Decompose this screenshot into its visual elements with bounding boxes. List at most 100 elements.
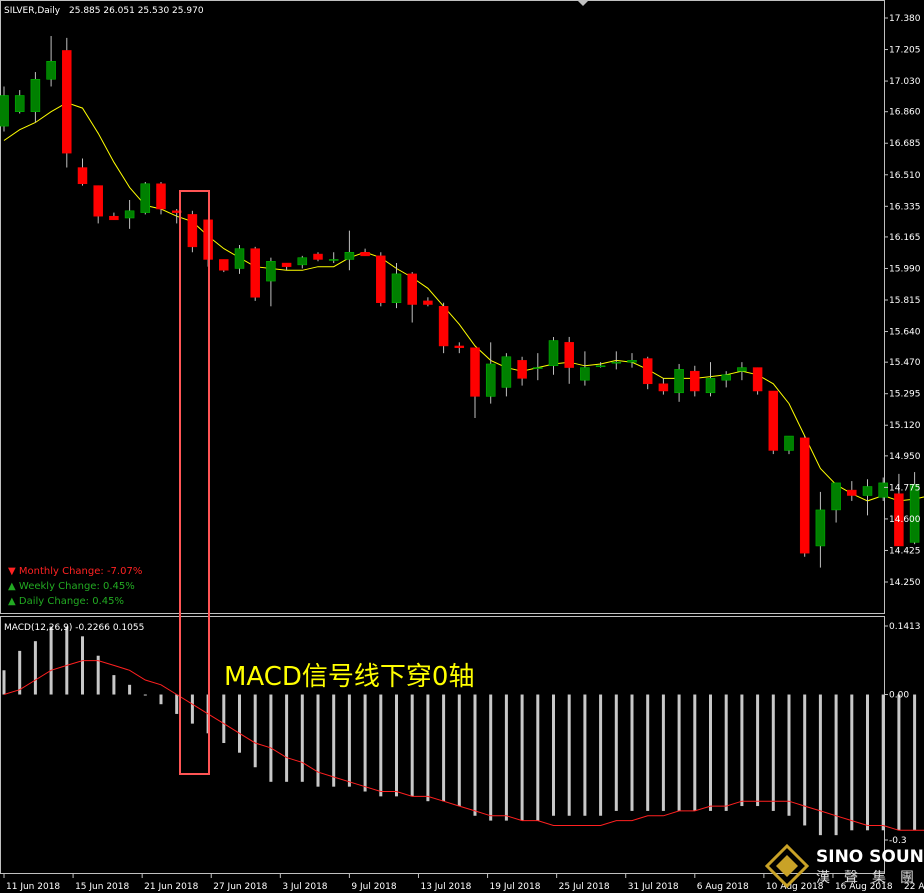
candle-body bbox=[595, 365, 606, 368]
candle-body bbox=[642, 358, 653, 385]
weekly-change: ▲ Weekly Change: 0.45% bbox=[8, 581, 135, 592]
candle bbox=[376, 252, 386, 307]
macd-bar bbox=[489, 694, 493, 821]
macd-bar bbox=[473, 694, 477, 816]
candle bbox=[862, 479, 873, 516]
candle-body bbox=[360, 251, 370, 257]
candle bbox=[250, 246, 260, 301]
macd-bar bbox=[128, 684, 132, 695]
date-tick-label: 19 Jul 2018 bbox=[490, 882, 541, 892]
candle bbox=[878, 477, 888, 501]
candle bbox=[266, 257, 276, 307]
candle-body bbox=[548, 340, 559, 367]
candle bbox=[737, 362, 747, 381]
macd-bar bbox=[175, 694, 179, 714]
candle-body bbox=[690, 370, 700, 392]
macd-bar bbox=[850, 694, 854, 831]
date-tick-label: 27 Jun 2018 bbox=[213, 882, 267, 892]
price-tick-label: 15.815 bbox=[889, 296, 921, 306]
candle-body bbox=[533, 367, 543, 369]
candle-body bbox=[768, 390, 779, 451]
price-tick-label: 14.950 bbox=[889, 452, 921, 462]
monthly-change-text: Monthly Change: -7.07% bbox=[18, 566, 143, 577]
candle bbox=[281, 262, 292, 271]
candle bbox=[752, 367, 763, 395]
macd-bar bbox=[18, 650, 22, 695]
macd-bar bbox=[457, 694, 461, 807]
price-tick-label: 14.600 bbox=[889, 515, 921, 525]
candle-body bbox=[580, 367, 590, 381]
up-triangle-icon: ▲ bbox=[8, 596, 16, 607]
macd-bar bbox=[881, 694, 885, 831]
candle-body bbox=[658, 383, 669, 392]
candle bbox=[485, 342, 496, 404]
candle bbox=[831, 482, 841, 523]
price-tick-label: 16.685 bbox=[889, 139, 921, 149]
candle-body bbox=[93, 185, 103, 217]
candle-body bbox=[470, 347, 480, 397]
watermark-chinese: 漢聲集團 bbox=[816, 870, 924, 886]
candle bbox=[407, 272, 417, 323]
candle-body bbox=[454, 345, 465, 349]
candle bbox=[627, 353, 637, 368]
candle-body bbox=[721, 374, 731, 381]
candle-body bbox=[815, 509, 826, 547]
macd-bar bbox=[599, 694, 603, 816]
macd-bar bbox=[96, 655, 100, 695]
candle-body bbox=[109, 215, 119, 221]
candle-body bbox=[313, 253, 323, 260]
candle-body bbox=[784, 435, 794, 451]
candle-body bbox=[234, 248, 245, 269]
macd-bar bbox=[834, 694, 838, 836]
candle-body bbox=[219, 259, 229, 271]
macd-bar bbox=[661, 694, 665, 811]
candle bbox=[799, 436, 810, 557]
macd-bar bbox=[771, 694, 775, 811]
candle bbox=[501, 353, 512, 397]
candle-body bbox=[62, 50, 72, 154]
date-tick-label: 13 Jul 2018 bbox=[420, 882, 471, 892]
candle-body bbox=[46, 60, 56, 80]
scroll-marker-icon bbox=[578, 1, 588, 6]
macd-bar bbox=[112, 675, 116, 695]
macd-bar bbox=[756, 694, 760, 807]
candle bbox=[847, 481, 857, 501]
macd-label: MACD(12,26,9) -0.2266 0.1055 bbox=[4, 623, 145, 633]
candle-body bbox=[376, 255, 386, 303]
watermark-name: SINO SOUND bbox=[816, 847, 924, 867]
candle-body bbox=[156, 183, 166, 210]
price-tick-label: 16.510 bbox=[889, 171, 921, 181]
candle-body bbox=[423, 300, 433, 305]
candle bbox=[642, 356, 653, 390]
weekly-change-text: Weekly Change: 0.45% bbox=[18, 581, 135, 592]
down-triangle-icon: ▼ bbox=[8, 566, 16, 577]
diamond-logo-icon bbox=[764, 843, 810, 889]
candle-body bbox=[674, 369, 684, 394]
candle bbox=[768, 390, 779, 455]
macd-bar bbox=[866, 694, 869, 831]
macd-bar bbox=[818, 694, 822, 836]
candle-body bbox=[611, 361, 622, 364]
candle bbox=[30, 72, 41, 123]
macd-bar bbox=[426, 694, 430, 802]
macd-bar bbox=[300, 694, 304, 782]
candle-body bbox=[77, 167, 88, 185]
macd-bar bbox=[379, 694, 383, 797]
macd-bar bbox=[332, 694, 336, 787]
candle-body bbox=[0, 95, 9, 127]
candle-body bbox=[30, 79, 41, 112]
candle-body bbox=[501, 356, 512, 388]
macd-bar bbox=[897, 694, 901, 831]
macd-bar bbox=[536, 694, 540, 821]
date-tick-label: 31 Jul 2018 bbox=[628, 882, 679, 892]
macd-bar bbox=[520, 694, 524, 821]
candle-body bbox=[14, 95, 25, 112]
price-chart[interactable]: 17.380 17.205 17.030 16.860 16.685 16.510 16.3… bbox=[0, 0, 924, 893]
candle-body bbox=[485, 363, 496, 397]
candle bbox=[124, 199, 135, 229]
candle-body bbox=[344, 251, 355, 260]
candle bbox=[548, 336, 559, 375]
monthly-change: ▼ Monthly Change: -7.07% bbox=[8, 566, 142, 577]
macd-bar bbox=[410, 694, 414, 797]
macd-bar bbox=[552, 694, 555, 816]
